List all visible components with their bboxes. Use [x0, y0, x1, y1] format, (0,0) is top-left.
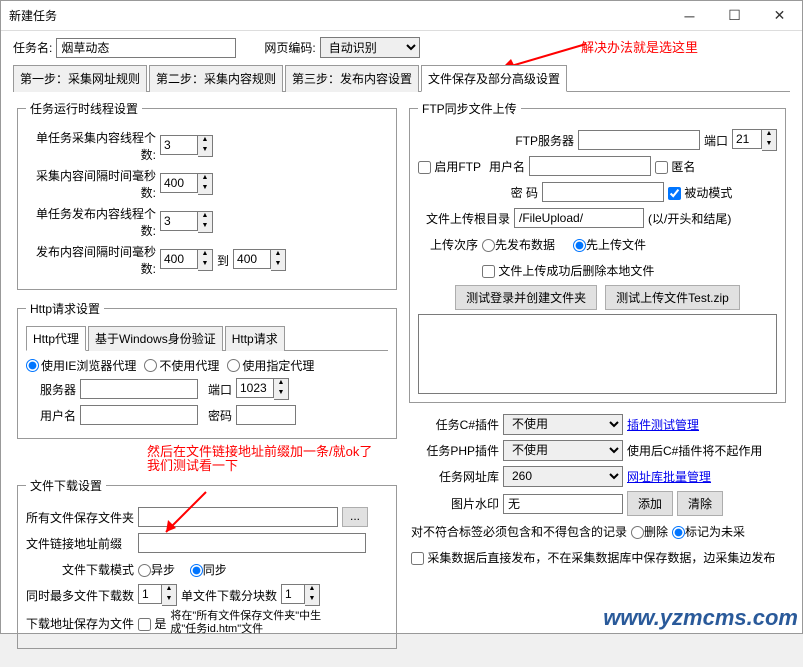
- url-prefix-input[interactable]: [138, 533, 366, 553]
- tab-step2[interactable]: 第二步：采集内容规则: [149, 65, 283, 92]
- maximize-button[interactable]: ☐: [712, 1, 757, 31]
- tab-step3[interactable]: 第三步：发布内容设置: [285, 65, 419, 92]
- ftp-root-input[interactable]: [514, 208, 644, 228]
- tab-step1[interactable]: 第一步：采集网址规则: [13, 65, 147, 92]
- subtab-winauth[interactable]: 基于Windows身份验证: [88, 326, 223, 351]
- checkbox-passive[interactable]: 被动模式: [668, 184, 732, 201]
- btn-test-login[interactable]: 测试登录并创建文件夹: [455, 285, 597, 310]
- proxy-user-input[interactable]: [80, 405, 198, 425]
- encoding-select[interactable]: 自动识别: [320, 37, 420, 58]
- checkbox-enable-ftp[interactable]: 启用FTP: [418, 158, 481, 175]
- btn-wm-clear[interactable]: 清除: [677, 491, 723, 516]
- checkbox-anon[interactable]: 匿名: [655, 158, 695, 175]
- cs-plugin-select[interactable]: 不使用: [503, 414, 623, 435]
- spin-down-icon[interactable]: ▼: [198, 146, 212, 156]
- radio-delete[interactable]: 删除: [631, 523, 668, 540]
- ftp-port[interactable]: [732, 129, 762, 149]
- radio-publish-first[interactable]: 先发布数据: [482, 236, 555, 253]
- annotation-text-1: 解决办法就是选这里: [581, 37, 698, 56]
- ftp-user-input[interactable]: [529, 156, 651, 176]
- radio-async[interactable]: 异步: [138, 561, 175, 578]
- collect-interval[interactable]: [160, 173, 198, 193]
- ftp-server-input[interactable]: [578, 130, 700, 150]
- radio-mark[interactable]: 标记为未采: [672, 523, 745, 540]
- checkbox-saveas[interactable]: 是: [138, 615, 166, 632]
- annotation-text-2: 然后在文件链接地址前缀加一条/就ok了我们测试看一下: [147, 445, 527, 473]
- watermark-input[interactable]: [503, 494, 623, 514]
- btn-test-upload[interactable]: 测试上传文件Test.zip: [605, 285, 740, 310]
- link-urldb-manage[interactable]: 网址库批量管理: [627, 468, 711, 485]
- window-title: 新建任务: [9, 7, 667, 24]
- link-plugin-manage[interactable]: 插件测试管理: [627, 416, 699, 433]
- proxy-pass-input[interactable]: [236, 405, 296, 425]
- spin-up-icon[interactable]: ▲: [198, 136, 212, 146]
- close-button[interactable]: ✕: [757, 1, 802, 31]
- encoding-label: 网页编码:: [264, 39, 315, 56]
- publish-interval-from[interactable]: [160, 249, 198, 269]
- btn-wm-add[interactable]: 添加: [627, 491, 673, 516]
- radio-sync[interactable]: 同步: [190, 561, 227, 578]
- thread-settings-group: 任务运行时线程设置 单任务采集内容线程个数:▲▼ 采集内容间隔时间毫秒数:▲▼ …: [17, 100, 397, 290]
- radio-custom-proxy[interactable]: 使用指定代理: [227, 357, 314, 374]
- checkbox-delete-after[interactable]: 文件上传成功后删除本地文件: [482, 262, 654, 279]
- publish-interval-to[interactable]: [233, 249, 271, 269]
- tab-step4[interactable]: 文件保存及部分高级设置: [421, 65, 567, 92]
- save-folder-input[interactable]: [138, 507, 338, 527]
- task-name-label: 任务名:: [13, 39, 52, 56]
- ftp-log-area[interactable]: [418, 314, 777, 394]
- http-settings-group: Http请求设置 Http代理 基于Windows身份验证 Http请求 使用I…: [17, 300, 397, 439]
- minimize-button[interactable]: ─: [667, 1, 712, 31]
- single-collect-threads[interactable]: [160, 135, 198, 155]
- subtab-proxy[interactable]: Http代理: [26, 326, 86, 351]
- radio-ie-proxy[interactable]: 使用IE浏览器代理: [26, 357, 136, 374]
- radio-no-proxy[interactable]: 不使用代理: [144, 357, 219, 374]
- download-settings-group: 文件下载设置 所有文件保存文件夹... 文件链接地址前缀 文件下载模式 异步 同…: [17, 477, 397, 649]
- chunk-count[interactable]: [281, 584, 305, 604]
- max-downloads[interactable]: [138, 584, 162, 604]
- proxy-server-input[interactable]: [80, 379, 198, 399]
- radio-upload-first[interactable]: 先上传文件: [573, 236, 646, 253]
- ftp-pass-input[interactable]: [542, 182, 664, 202]
- single-publish-threads[interactable]: [160, 211, 198, 231]
- browse-button[interactable]: ...: [342, 507, 368, 527]
- task-name-input[interactable]: [56, 38, 236, 58]
- ftp-settings-group: FTP同步文件上传 FTP服务器 端口▲▼ 启用FTP 用户名 匿名 密 码 被…: [409, 100, 786, 403]
- proxy-port[interactable]: [236, 378, 274, 398]
- checkbox-direct-publish[interactable]: 采集数据后直接发布，不在采集数据库中保存数据，边采集边发布: [411, 549, 775, 566]
- subtab-request[interactable]: Http请求: [225, 326, 285, 351]
- watermark-text: www.yzmcms.com: [603, 605, 798, 631]
